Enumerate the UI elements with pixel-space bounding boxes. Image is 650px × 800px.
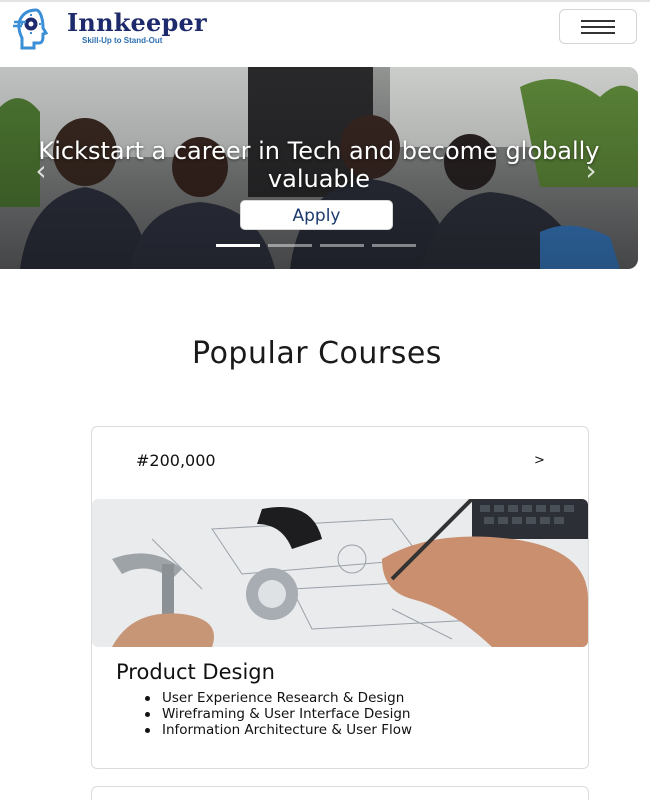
course-price: #200,000: [136, 451, 216, 470]
course-outline-item: Wireframing & User Interface Design: [142, 706, 412, 722]
site-header: Innkeeper Skill-Up to Stand-Out: [0, 2, 650, 58]
chevron-right-icon: ›: [585, 154, 597, 187]
course-outline-item: User Experience Research & Design: [142, 690, 412, 706]
course-card-next[interactable]: [91, 786, 589, 800]
carousel-prev-button[interactable]: ‹: [28, 155, 54, 187]
hamburger-icon-bar: [581, 26, 615, 28]
course-outline: User Experience Research & Design Wirefr…: [142, 690, 412, 738]
hamburger-icon-bar: [581, 32, 615, 34]
carousel-indicator[interactable]: [268, 244, 312, 247]
brand-logo[interactable]: Innkeeper Skill-Up to Stand-Out: [12, 7, 252, 51]
page: Innkeeper Skill-Up to Stand-Out Kickstar…: [0, 0, 650, 800]
menu-toggle-button[interactable]: [559, 9, 637, 44]
brand-name: Innkeeper: [67, 8, 207, 37]
course-card[interactable]: #200,000 > Product Design User Experienc…: [91, 426, 589, 769]
carousel-indicator[interactable]: [372, 244, 416, 247]
section-title: Popular Courses: [192, 336, 442, 371]
hero-headline: Kickstart a career in Tech and become gl…: [38, 137, 600, 193]
carousel-indicators: [216, 244, 420, 248]
hamburger-icon: [581, 20, 615, 22]
hero-carousel: Kickstart a career in Tech and become gl…: [0, 67, 638, 269]
apply-button[interactable]: Apply: [240, 200, 393, 230]
course-title: Product Design: [116, 660, 275, 684]
logo-head-icon: [13, 8, 49, 50]
carousel-next-button[interactable]: ›: [578, 155, 604, 187]
course-photo: [92, 499, 588, 647]
course-open-chevron[interactable]: >: [534, 453, 545, 468]
course-outline-item: Information Architecture & User Flow: [142, 722, 412, 738]
brand-tagline: Skill-Up to Stand-Out: [82, 36, 163, 45]
carousel-indicator[interactable]: [320, 244, 364, 247]
carousel-indicator[interactable]: [216, 244, 260, 247]
chevron-left-icon: ‹: [35, 154, 47, 187]
course-image: [92, 499, 588, 647]
